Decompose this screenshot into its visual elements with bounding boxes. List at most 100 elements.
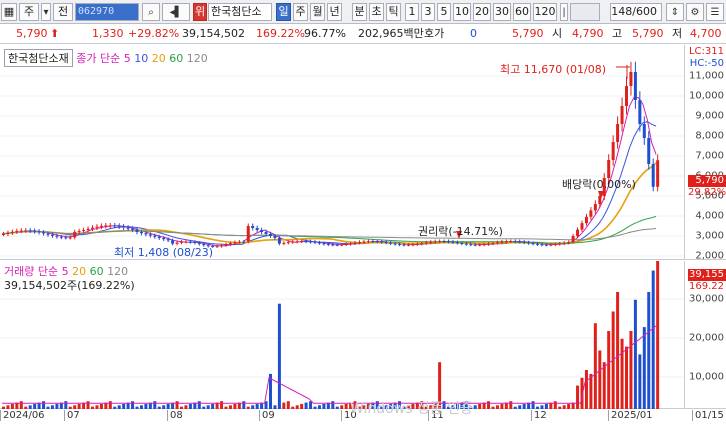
candle-body [220,245,224,247]
candle-body [228,243,232,245]
interval-20-button[interactable]: 20 [473,3,491,21]
candle-body [549,244,553,246]
candle-body [438,241,442,243]
y-tick: 11,000 [689,70,724,82]
candlestick-chart[interactable] [0,45,684,260]
stock-name-field[interactable]: 한국첨단소 [208,3,272,21]
candle-body [522,241,526,243]
interval-120-button[interactable]: 120 [533,3,557,21]
candle-body [366,241,370,243]
market-dropdown-icon[interactable]: ▾ [41,3,51,21]
date-tick: 12 [531,410,547,421]
interval-5-button[interactable]: 5 [437,3,451,21]
interval-60-label: 60 [515,5,529,18]
sliders-icon[interactable]: ☰ [706,3,724,21]
volume-ratio: 169.22% [256,27,305,40]
candle-body [28,230,32,232]
interval-30-button[interactable]: 30 [493,3,511,21]
market-select[interactable]: 주 [19,3,39,21]
settings-icon[interactable]: ⚙ [686,3,704,21]
candle-body [184,241,188,243]
candle-body [326,243,330,245]
fullscreen-icon[interactable]: ⇕ [666,3,684,21]
period-second-button[interactable]: 초 [369,3,384,21]
period-year-button[interactable]: 년 [327,3,342,21]
windows-watermark: Windows 정품 인증 [350,401,473,417]
price-chart-panel[interactable]: 한국첨단소재 종가 단순 5 10 20 60 120 최고 11,670 (0… [0,45,726,262]
volume-bar [19,401,23,409]
candle-body [157,236,161,238]
volume-bar [553,401,557,409]
ma20-legend: 20 [151,52,166,65]
interval-3-button[interactable]: 3 [421,3,435,21]
interval-more-button[interactable]: | [560,3,568,21]
price-legend: 한국첨단소재 종가 단순 5 10 20 60 120 [4,49,208,67]
volume-bar [331,401,335,409]
period-day-button[interactable]: 일 [276,3,291,21]
candle-body [500,241,504,243]
search-icon[interactable]: ⌕ [142,3,160,21]
candle-body [513,241,517,243]
stock-code-value: 062970 [78,6,115,17]
high-label: 고 [612,27,623,40]
candle-body [420,243,424,245]
candle-body [335,244,339,246]
date-tick: 09 [259,410,275,421]
volume-chart-panel[interactable]: 거래량 단순 5 20 60 120 39,154,502주(169.22%) … [0,261,726,409]
candle-body [460,242,464,244]
candle-body [153,235,157,237]
candle-body [340,244,344,246]
candle-body [148,234,152,236]
period-minute-button[interactable]: 분 [352,3,367,21]
y-tick: 2,000 [695,250,724,262]
candle-body [19,230,23,232]
candle-body [389,242,393,244]
volume-bar [175,401,179,409]
low-annotation: 최저 1,408 (08/23) [114,246,214,259]
candle-body [491,242,495,244]
interval-10-button[interactable]: 10 [453,3,471,21]
interval-1-button[interactable]: 1 [405,3,419,21]
candle-body [122,226,126,228]
candle-body [188,241,192,243]
stock-code-input[interactable]: 062970 [75,3,139,21]
vol-y-tick: 10,000 [689,371,724,383]
price-y-axis[interactable]: LC:311 HC:-50 11,000 10,000 9,000 8,000 … [684,45,726,262]
volume-bar [153,401,157,409]
custom-interval-input[interactable] [570,3,600,21]
candle-body [584,216,588,224]
interval-3-label: 3 [424,5,432,18]
candle-body [344,244,348,246]
data-count-field[interactable]: 148/600 [610,3,662,21]
volume-y-axis[interactable]: 39,155 169.22 30,000 20,000 10,000 [684,261,726,408]
candle-body [117,225,121,227]
candle-body [144,233,148,235]
period-week-button[interactable]: 주 [293,3,308,21]
price-change: 1,330 [92,27,124,40]
scope-select[interactable]: 전 [53,3,73,21]
date-tick: 2025/01 [608,410,653,421]
speaker-icon[interactable]: ◂▌ [162,3,190,21]
candle-body [553,244,557,246]
interval-60-button[interactable]: 60 [513,3,531,21]
period-tick-button[interactable]: 틱 [386,3,401,21]
candle-body [37,231,41,233]
grid-menu-icon[interactable]: ▦ [1,3,17,21]
candle-body [593,204,597,211]
vol-y-tick: 20,000 [689,332,724,344]
period-week-label: 주 [295,5,306,18]
candle-body [322,243,326,245]
candle-body [126,227,130,229]
ma-legend-label: 종가 단순 [76,52,121,65]
candle-body [139,232,143,234]
candle-body [415,243,419,245]
candle-body [86,228,90,231]
candle-body [495,242,499,244]
candle-body [509,241,513,243]
candle-body [59,236,63,238]
candle-body [77,231,81,233]
candle-body [358,242,361,244]
warning-badge: 위 [193,3,207,21]
stock-name-legend[interactable]: 한국첨단소재 [4,49,73,67]
period-month-button[interactable]: 월 [310,3,325,21]
